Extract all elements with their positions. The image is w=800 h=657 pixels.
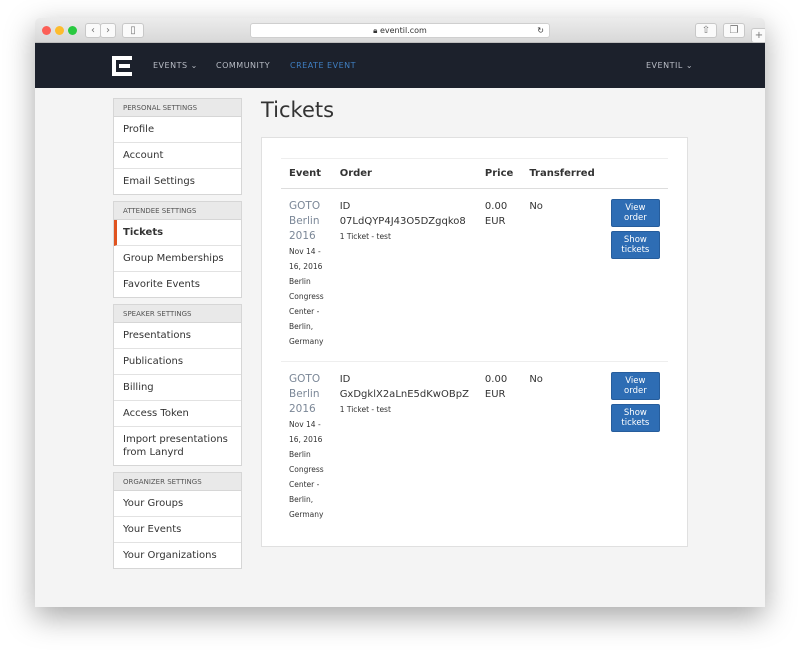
sidebar-item[interactable]: Account bbox=[114, 143, 241, 169]
order-detail: 1 Ticket - test bbox=[339, 405, 391, 414]
sidebar-item[interactable]: Publications bbox=[114, 349, 241, 375]
col-event: Event bbox=[281, 158, 332, 189]
sidebar-group: ATTENDEE SETTINGS Tickets Group Membership… bbox=[113, 201, 242, 298]
nav-community[interactable]: COMMUNITY bbox=[216, 61, 270, 70]
address-bar[interactable]: 🔒︎ eventil.com ↻ bbox=[250, 23, 550, 38]
sidebar-item[interactable]: Your Groups bbox=[114, 491, 241, 517]
col-price: Price bbox=[476, 158, 522, 189]
page-title: Tickets bbox=[261, 98, 335, 122]
tickets-card: Event Order Price Transferred GOTO Berli… bbox=[261, 137, 688, 547]
sidebar-item[interactable]: Access Token bbox=[114, 401, 241, 427]
close-button[interactable] bbox=[42, 26, 51, 35]
price: 0.00 EUR bbox=[476, 188, 522, 362]
sidebar-group: PERSONAL SETTINGS Profile Account Email Set… bbox=[113, 98, 242, 195]
sidebar-group-header: SPEAKER SETTINGS bbox=[114, 305, 241, 323]
sidebar-group: SPEAKER SETTINGS Presentations Publication… bbox=[113, 304, 242, 466]
event-dates: Nov 14 - 16, 2016 bbox=[289, 420, 323, 444]
view-order-button[interactable]: View order bbox=[610, 199, 660, 227]
tabs-icon[interactable]: ❐ bbox=[723, 23, 745, 38]
sidebar-group-header: PERSONAL SETTINGS bbox=[114, 99, 241, 117]
show-tickets-button[interactable]: Show tickets bbox=[610, 231, 660, 259]
event-link[interactable]: GOTO Berlin 2016 bbox=[289, 200, 320, 242]
sidebar-item[interactable]: Presentations bbox=[114, 323, 241, 349]
table-row: GOTO Berlin 2016 Nov 14 - 16, 2016 Berlin … bbox=[281, 188, 668, 362]
nav-account[interactable]: EVENTIL ⌄ bbox=[646, 61, 693, 70]
sidebar-item[interactable]: Tickets bbox=[114, 220, 241, 246]
sidebar-item[interactable]: Billing bbox=[114, 375, 241, 401]
title-bar: ‹ › ▯ 🔒︎ eventil.com ↻ ⇧ ❐ + bbox=[35, 18, 765, 43]
sidebar-item[interactable]: Email Settings bbox=[114, 169, 241, 194]
sidebar-group-header: ORGANIZER SETTINGS bbox=[114, 473, 241, 491]
transferred: No bbox=[521, 188, 603, 362]
event-link[interactable]: GOTO Berlin 2016 bbox=[289, 373, 320, 415]
minimize-button[interactable] bbox=[55, 26, 64, 35]
event-venue: Berlin Congress Center - Berlin, Germany bbox=[289, 277, 324, 346]
order-detail: 1 Ticket - test bbox=[339, 232, 391, 241]
event-dates: Nov 14 - 16, 2016 bbox=[289, 247, 323, 271]
sidebar-icon[interactable]: ▯ bbox=[122, 23, 144, 38]
zoom-button[interactable] bbox=[68, 26, 77, 35]
navbar: EVENTS ⌄ COMMUNITY CREATE EVENT EVENTIL … bbox=[35, 43, 765, 88]
sidebar-item[interactable]: Import presentations from Lanyrd bbox=[114, 427, 241, 465]
forward-icon[interactable]: › bbox=[100, 23, 116, 38]
order-id: ID GxDgklX2aLnE5dKwOBpZ bbox=[339, 374, 469, 400]
settings-sidebar: PERSONAL SETTINGS Profile Account Email Set… bbox=[113, 98, 242, 575]
col-order: Order bbox=[331, 158, 477, 189]
table-row: GOTO Berlin 2016 Nov 14 - 16, 2016 Berlin … bbox=[281, 362, 668, 535]
new-tab-icon[interactable]: + bbox=[751, 28, 765, 43]
sidebar-item[interactable]: Your Organizations bbox=[114, 543, 241, 568]
event-venue: Berlin Congress Center - Berlin, Germany bbox=[289, 450, 324, 519]
share-icon[interactable]: ⇧ bbox=[695, 23, 717, 38]
nav-create-event[interactable]: CREATE EVENT bbox=[290, 61, 356, 70]
sidebar-item[interactable]: Group Memberships bbox=[114, 246, 241, 272]
sidebar-group: ORGANIZER SETTINGS Your Groups Your Events… bbox=[113, 472, 242, 569]
tickets-table: Event Order Price Transferred GOTO Berli… bbox=[281, 158, 668, 534]
show-tickets-button[interactable]: Show tickets bbox=[610, 404, 660, 432]
sidebar-item[interactable]: Your Events bbox=[114, 517, 241, 543]
order-id: ID 07LdQYP4J43O5DZgqko8 bbox=[339, 201, 466, 227]
view-order-button[interactable]: View order bbox=[610, 372, 660, 400]
nav-events[interactable]: EVENTS ⌄ bbox=[153, 61, 198, 70]
back-icon[interactable]: ‹ bbox=[85, 23, 101, 38]
sidebar-item[interactable]: Profile bbox=[114, 117, 241, 143]
eventil-logo[interactable] bbox=[112, 56, 132, 76]
reload-icon[interactable]: ↻ bbox=[537, 24, 544, 37]
browser-window: ‹ › ▯ 🔒︎ eventil.com ↻ ⇧ ❐ + EVENTS ⌄ COM… bbox=[35, 18, 765, 607]
col-transferred: Transferred bbox=[521, 158, 603, 189]
transferred: No bbox=[529, 374, 543, 385]
sidebar-item[interactable]: Favorite Events bbox=[114, 272, 241, 297]
price: 0.00 EUR bbox=[484, 374, 508, 400]
sidebar-group-header: ATTENDEE SETTINGS bbox=[114, 202, 241, 220]
url-text: eventil.com bbox=[379, 26, 427, 35]
lock-icon: 🔒︎ bbox=[373, 26, 378, 35]
